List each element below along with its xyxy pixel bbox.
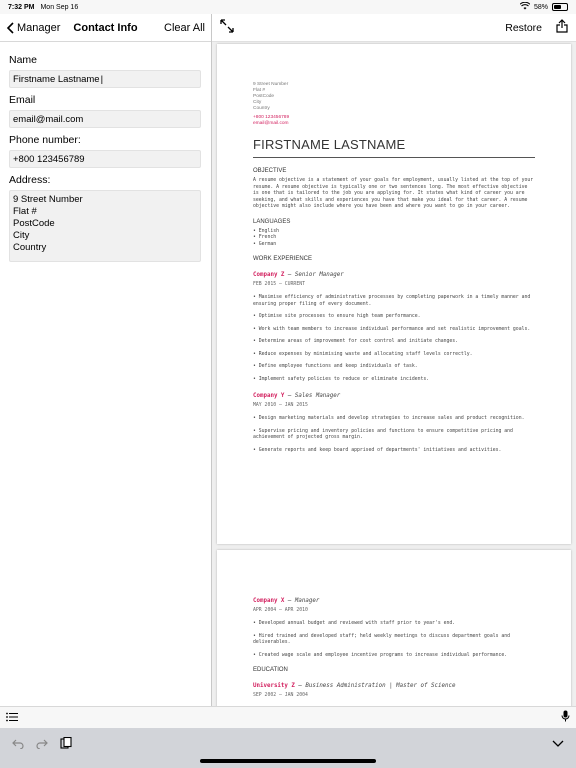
restore-button[interactable]: Restore — [505, 22, 542, 34]
languages-list: • English • French • German — [253, 229, 535, 249]
job-company: Company Y — [253, 393, 285, 399]
resume-page-1[interactable]: 9 Street Number Flat # PostCode City Country… — [217, 44, 571, 544]
job-role: – Senior Manager — [284, 272, 344, 278]
job-task: • Hired trained and developed staff; hel… — [253, 633, 511, 646]
job-task: • Supervise pricing and inventory polici… — [253, 428, 513, 441]
paste-icon[interactable] — [60, 736, 72, 754]
list-icon[interactable] — [6, 709, 18, 727]
nav-bar: Manager Contact Info Clear All — [0, 14, 211, 42]
education-entry: University Z – Business Administration |… — [253, 683, 535, 689]
job-task: • Optimise site processes to ensure high… — [253, 314, 421, 319]
email-label: Email — [9, 94, 36, 106]
work-heading: WORK EXPERIENCE — [253, 256, 313, 262]
resume-address-line: Country — [253, 106, 270, 111]
expand-icon[interactable] — [220, 19, 234, 36]
job-dates: APR 2004 – APR 2010 — [253, 608, 308, 613]
job-task: • Determine areas of improvement for cos… — [253, 339, 459, 344]
education-degree: – Business Administration | Master of Sc… — [294, 683, 456, 689]
job-task: • Generate reports and keep board appris… — [253, 447, 502, 453]
job-entry: Company X – Manager — [253, 598, 535, 604]
chevron-left-icon — [6, 21, 14, 34]
phone-label: Phone number: — [9, 134, 81, 146]
contact-form: Name Firstname Lastname Email email@mail… — [0, 42, 211, 270]
back-button[interactable]: Manager — [6, 22, 60, 34]
share-icon[interactable] — [556, 19, 568, 36]
resume-email: email@mail.com — [253, 121, 289, 126]
resume-address: 9 Street Number Flat # PostCode City Country — [253, 82, 535, 112]
name-label: Name — [9, 54, 38, 66]
phone-field[interactable]: +800 123456789 — [9, 150, 201, 168]
clear-all-button[interactable]: Clear All — [164, 22, 205, 34]
name-field[interactable]: Firstname Lastname — [9, 70, 201, 88]
email-field[interactable]: email@mail.com — [9, 110, 201, 128]
contact-info-panel: Manager Contact Info Clear All Name Firs… — [0, 14, 211, 706]
resume-page-2-content: Company X – Manager APR 2004 – APR 2010 … — [253, 588, 535, 706]
hide-keyboard-icon[interactable] — [552, 736, 564, 754]
home-indicator — [200, 759, 376, 763]
resume-divider — [253, 157, 535, 158]
resume-page-1-content: 9 Street Number Flat # PostCode City Country… — [253, 82, 535, 460]
battery-percent: 58% — [533, 3, 548, 11]
address-field[interactable]: 9 Street Number Flat # PostCode City Cou… — [9, 190, 201, 262]
job-task: • Define employee functions and keep ind… — [253, 364, 418, 369]
education-school: University Z — [253, 683, 295, 689]
education-heading: EDUCATION — [253, 667, 288, 673]
job-task: • Reduce expenses by minimising waste an… — [253, 351, 473, 357]
job-task: • Developed annual budget and reviewed w… — [253, 621, 456, 626]
resume-page-2[interactable]: Company X – Manager APR 2004 – APR 2010 … — [217, 550, 571, 706]
job-company: Company X — [253, 598, 285, 604]
job-entry: Company Z – Senior Manager — [253, 272, 535, 278]
resume-preview-panel: Restore 9 Street Number Flat # PostCode Cit… — [212, 14, 576, 706]
status-bar: 7:32 PM Mon Sep 16 58% — [0, 0, 576, 14]
work-experience-list: Company Z – Senior Manager FEB 2015 – CUR… — [253, 272, 535, 454]
job-task: • Maximise efficiency of administrative … — [253, 295, 531, 307]
status-date: Mon Sep 16 — [40, 3, 79, 11]
input-accessory-bar — [0, 706, 576, 728]
job-entry: Company Y – Sales Manager — [253, 393, 535, 399]
resume-contact: +800 123456789 email@mail.com — [253, 115, 535, 127]
wifi-icon — [519, 1, 531, 12]
language-item: • German — [253, 241, 277, 247]
job-task: • Work with team members to increase ind… — [253, 326, 531, 332]
address-label: Address: — [9, 174, 51, 186]
redo-icon[interactable] — [36, 736, 48, 754]
job-task: • Design marketing materials and develop… — [253, 416, 525, 421]
battery-icon — [552, 3, 568, 11]
job-tasks: • Developed annual budget and reviewed w… — [253, 621, 535, 659]
education-dates: SEP 2002 – JAN 2004 — [253, 693, 308, 698]
job-task: • Implement safety policies to reduce or… — [253, 376, 430, 382]
status-right: 58% — [519, 1, 568, 12]
status-time: 7:32 PM — [8, 3, 35, 11]
undo-icon[interactable] — [12, 736, 24, 754]
job-role: – Manager — [284, 598, 320, 604]
job-dates: FEB 2015 – CURRENT — [253, 282, 305, 287]
job-dates: MAY 2010 – JAN 2015 — [253, 403, 308, 408]
job-role: – Sales Manager — [284, 393, 341, 399]
microphone-icon[interactable] — [561, 709, 570, 727]
objective-text: A resume objective is a statement of you… — [253, 178, 534, 209]
languages-heading: LANGUAGES — [253, 218, 291, 225]
objective-heading: OBJECTIVE — [253, 168, 287, 174]
resume-name: FIRSTNAME LASTNAME — [253, 137, 406, 152]
back-label: Manager — [17, 21, 61, 34]
preview-toolbar: Restore — [212, 14, 576, 42]
job-company: Company Z — [253, 272, 285, 278]
job-task: • Created wage scale and employee incent… — [253, 652, 508, 658]
